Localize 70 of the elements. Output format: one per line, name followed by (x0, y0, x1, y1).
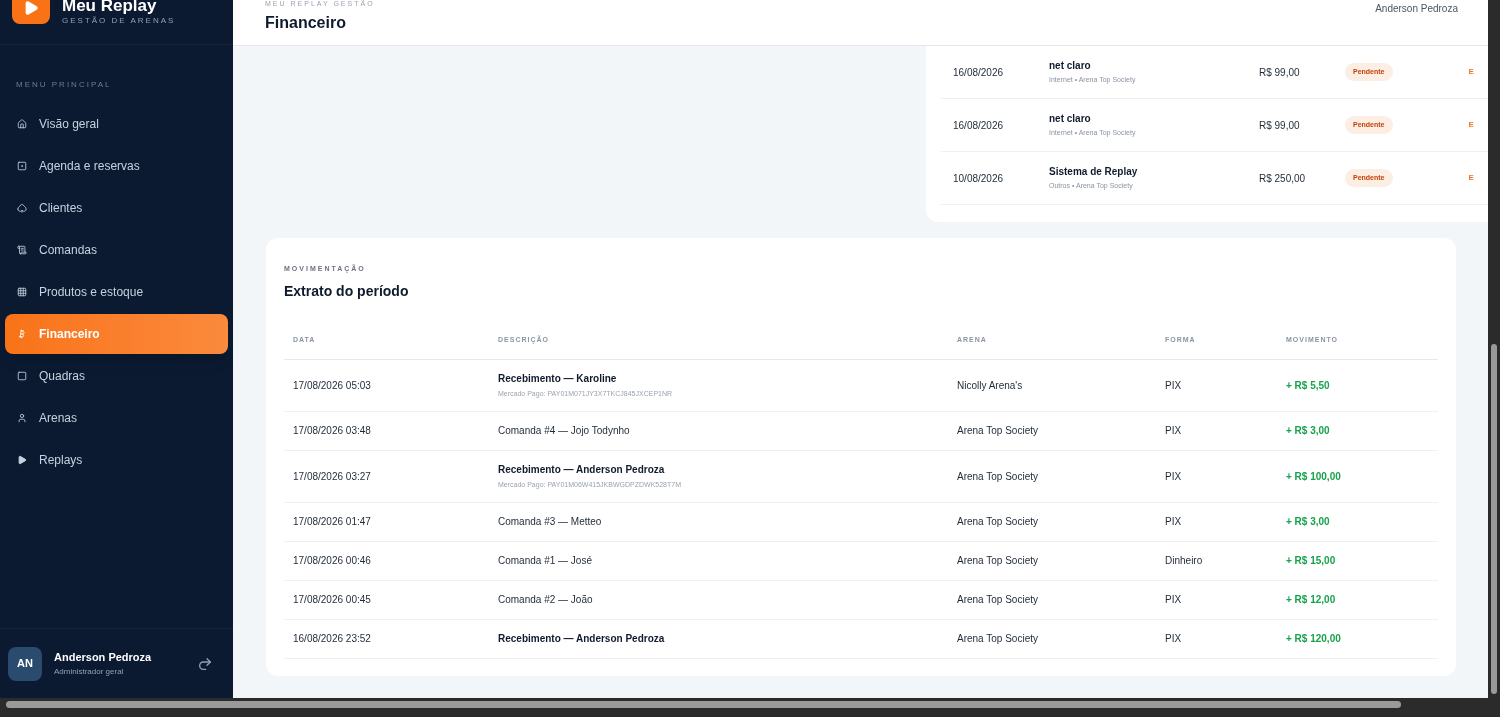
transaction-description: Comanda #3 — Metteo (498, 515, 603, 529)
table-cell-text: Nicolly Arena's (956, 378, 1024, 393)
expense-title: Sistema de Replay (1049, 165, 1139, 180)
table-cell-text: 17/08/2026 03:48 (292, 424, 372, 438)
nav-item[interactable]: Quadras (5, 356, 228, 396)
expense-date: 16/08/2026 (952, 118, 1005, 133)
play-icon (17, 455, 27, 465)
table-cell-text: 17/08/2026 00:46 (292, 554, 372, 568)
person-icon (17, 413, 27, 423)
amount-cell-text: + R$ 15,00 (1285, 554, 1337, 568)
expense-title: net claro (1049, 59, 1092, 74)
table-cell-text: PIX (1164, 632, 1183, 646)
table-cell-text: 17/08/2026 05:03 (292, 378, 372, 393)
nav-item[interactable]: Clientes (5, 188, 228, 228)
table-cell-text: 17/08/2026 01:47 (292, 515, 372, 529)
logout-button[interactable] (197, 655, 213, 672)
table-cell-text: 17/08/2026 00:45 (292, 593, 372, 607)
nav-item[interactable]: Replays (5, 440, 228, 480)
amount-cell-text: + R$ 3,00 (1285, 424, 1331, 438)
user-avatar: AN (8, 646, 42, 681)
table-cell-text: PIX (1164, 515, 1183, 529)
table-cell-text: Dinheiro (1164, 554, 1204, 568)
expense-value: R$ 250,00 (1259, 171, 1307, 186)
amount-cell-text: + R$ 5,50 (1285, 378, 1331, 393)
user-role: Administrador geral (54, 665, 125, 678)
amount-cell-text: + R$ 12,00 (1285, 593, 1337, 607)
square-icon (17, 371, 27, 381)
nav-item[interactable]: Visão geral (5, 104, 228, 144)
table-cell-text: PIX (1164, 424, 1183, 438)
transaction-description: Recebimento — Karoline (498, 371, 618, 386)
expense-date: 10/08/2026 (952, 171, 1005, 186)
nav-item[interactable]: Comandas (5, 230, 228, 270)
table-cell-text: Arena Top Society (956, 554, 1039, 568)
table-cell-text: Arena Top Society (956, 469, 1039, 484)
table-cell-text: 16/08/2026 23:52 (292, 632, 372, 646)
transaction-description: Comanda #2 — João (498, 593, 594, 607)
table-cell-text: Arena Top Society (956, 632, 1039, 646)
bitcoin-icon (17, 329, 27, 339)
header-user-name: Anderson Pedroza (1375, 2, 1458, 16)
brand-subtitle: GESTÃO DE ARENAS (62, 15, 176, 27)
table-cell-text: Arena Top Society (956, 593, 1039, 607)
expense-value: R$ 99,00 (1259, 65, 1301, 80)
house-icon (17, 119, 27, 129)
grid-icon (17, 287, 27, 297)
transaction-description: Recebimento — Anderson Pedroza (498, 462, 666, 477)
user-name: Anderson Pedroza (54, 650, 153, 666)
transaction-description: Recebimento — Anderson Pedroza (498, 632, 666, 646)
nav-item[interactable]: Produtos e estoque (5, 272, 228, 312)
amount-cell-text: + R$ 100,00 (1285, 469, 1342, 484)
spade-icon (17, 203, 27, 213)
nav-item[interactable]: Arenas (5, 398, 228, 438)
table-cell-text: 17/08/2026 03:27 (292, 469, 372, 484)
transaction-description: Comanda #1 — José (498, 554, 593, 568)
table-cell-text: PIX (1164, 469, 1183, 484)
amount-cell-text: + R$ 120,00 (1285, 632, 1342, 646)
section-title: Extrato do período (284, 281, 410, 301)
list-icon (17, 245, 27, 255)
table-cell-text: PIX (1164, 378, 1183, 393)
page-title: Financeiro (265, 13, 347, 33)
expense-date: 16/08/2026 (952, 65, 1005, 80)
table-cell-text: Arena Top Society (956, 515, 1039, 529)
expense-value: R$ 99,00 (1259, 118, 1301, 133)
table-cell-text: Arena Top Society (956, 424, 1039, 438)
table-cell-text: PIX (1164, 593, 1183, 607)
nav-item[interactable]: Agenda e reservas (5, 146, 228, 186)
expense-title: net claro (1049, 112, 1092, 127)
menu-section-label: MENU PRINCIPAL (16, 79, 113, 91)
square-icon (17, 161, 27, 171)
transaction-description: Comanda #4 — Jojo Todynho (498, 424, 631, 438)
amount-cell-text: + R$ 3,00 (1285, 515, 1331, 529)
